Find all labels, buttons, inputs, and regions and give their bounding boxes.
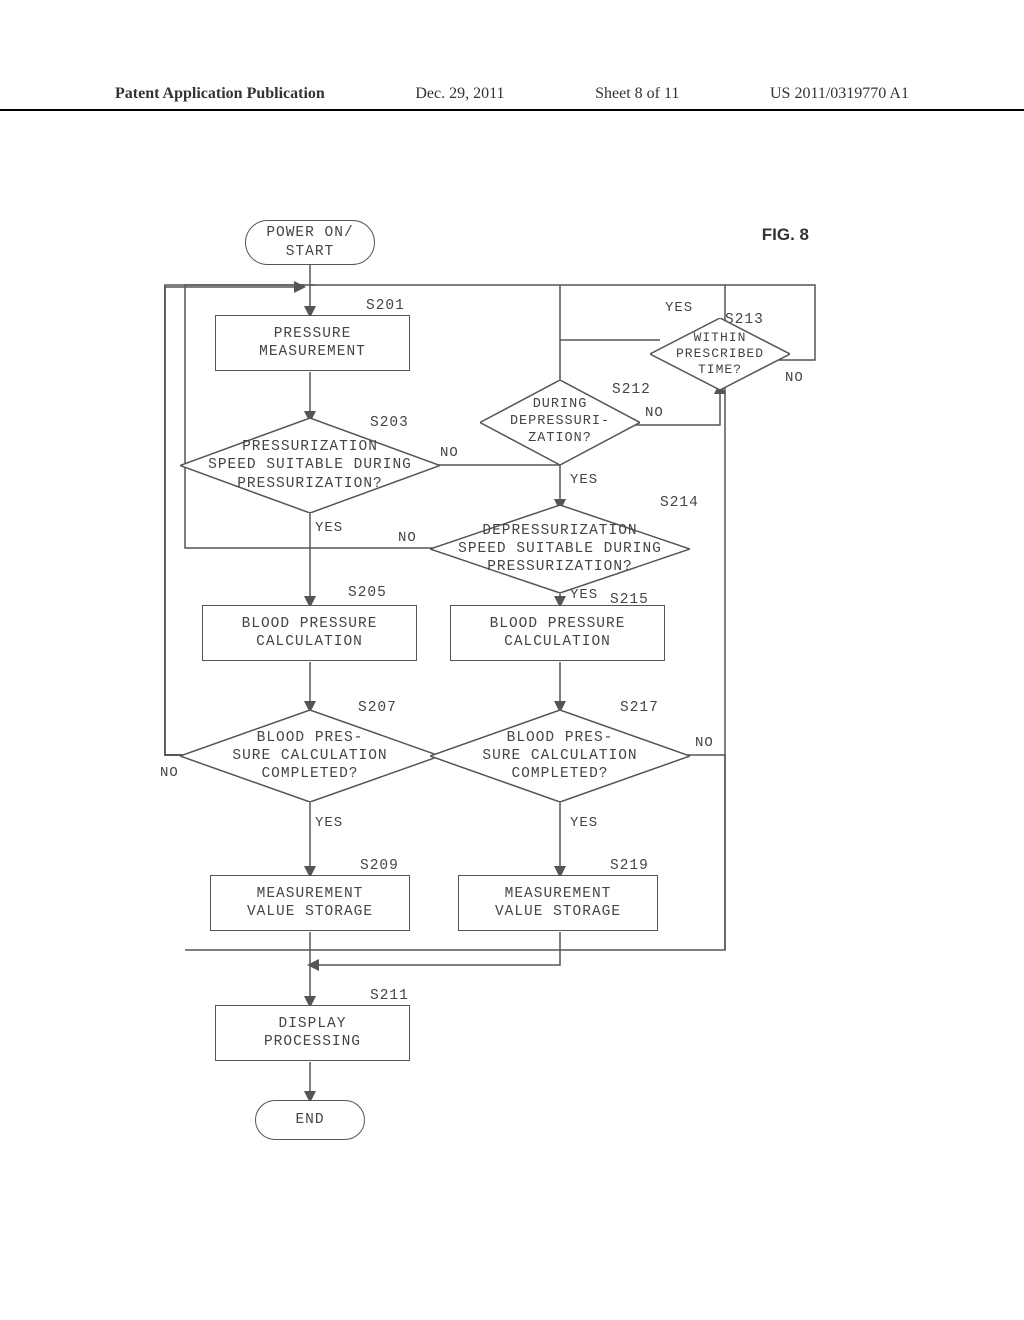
s213-text: WITHIN PRESCRIBED TIME? [676,330,764,379]
label-s211: S211 [370,988,409,1004]
step-s211: DISPLAY PROCESSING [215,1005,410,1061]
s214-text: DEPRESSURIZATION SPEED SUITABLE DURING P… [458,522,662,576]
end-text: END [295,1111,324,1129]
s217-yes: YES [570,815,598,831]
s207-no: NO [160,765,179,781]
label-s201: S201 [366,298,405,314]
step-s217: BLOOD PRES- SURE CALCULATION COMPLETED? [430,710,690,802]
end-terminal: END [255,1100,365,1140]
step-s219: MEASUREMENT VALUE STORAGE [458,875,658,931]
s217-text: BLOOD PRES- SURE CALCULATION COMPLETED? [482,729,637,783]
s205-text: BLOOD PRESSURE CALCULATION [242,615,378,651]
flowchart: POWER ON/ START S201 PRESSURE MEASUREMEN… [160,210,869,1220]
step-s209: MEASUREMENT VALUE STORAGE [210,875,410,931]
s207-yes: YES [315,815,343,831]
start-text: POWER ON/ START [266,224,353,260]
step-s203: PRESSURIZATION SPEED SUITABLE DURING PRE… [180,418,440,513]
step-s201: PRESSURE MEASUREMENT [215,315,410,371]
s209-text: MEASUREMENT VALUE STORAGE [247,885,373,921]
header-date: Dec. 29, 2011 [415,85,504,103]
s203-text: PRESSURIZATION SPEED SUITABLE DURING PRE… [208,438,412,492]
s213-yes: YES [665,300,693,316]
s203-yes: YES [315,520,343,536]
header-left: Patent Application Publication [115,85,325,103]
header-sheet: Sheet 8 of 11 [595,85,679,103]
s219-text: MEASUREMENT VALUE STORAGE [495,885,621,921]
s212-no: NO [645,405,664,421]
step-s214: DEPRESSURIZATION SPEED SUITABLE DURING P… [430,505,690,593]
s212-text: DURING DEPRESSURI- ZATION? [510,397,610,448]
step-s213: WITHIN PRESCRIBED TIME? [650,318,790,390]
step-s212: DURING DEPRESSURI- ZATION? [480,380,640,465]
s212-yes: YES [570,472,598,488]
s201-text: PRESSURE MEASUREMENT [259,325,366,361]
s217-no: NO [695,735,714,751]
label-s205: S205 [348,585,387,601]
header-pubno: US 2011/0319770 A1 [770,85,909,103]
s214-no: NO [398,530,417,546]
label-s209: S209 [360,858,399,874]
step-s207: BLOOD PRES- SURE CALCULATION COMPLETED? [180,710,440,802]
s215-text: BLOOD PRESSURE CALCULATION [490,615,626,651]
page-header: Patent Application Publication Dec. 29, … [0,85,1024,111]
step-s215: BLOOD PRESSURE CALCULATION [450,605,665,661]
s207-text: BLOOD PRES- SURE CALCULATION COMPLETED? [232,729,387,783]
start-terminal: POWER ON/ START [245,220,375,265]
step-s205: BLOOD PRESSURE CALCULATION [202,605,417,661]
s211-text: DISPLAY PROCESSING [264,1015,361,1051]
label-s219: S219 [610,858,649,874]
s203-no: NO [440,445,459,461]
